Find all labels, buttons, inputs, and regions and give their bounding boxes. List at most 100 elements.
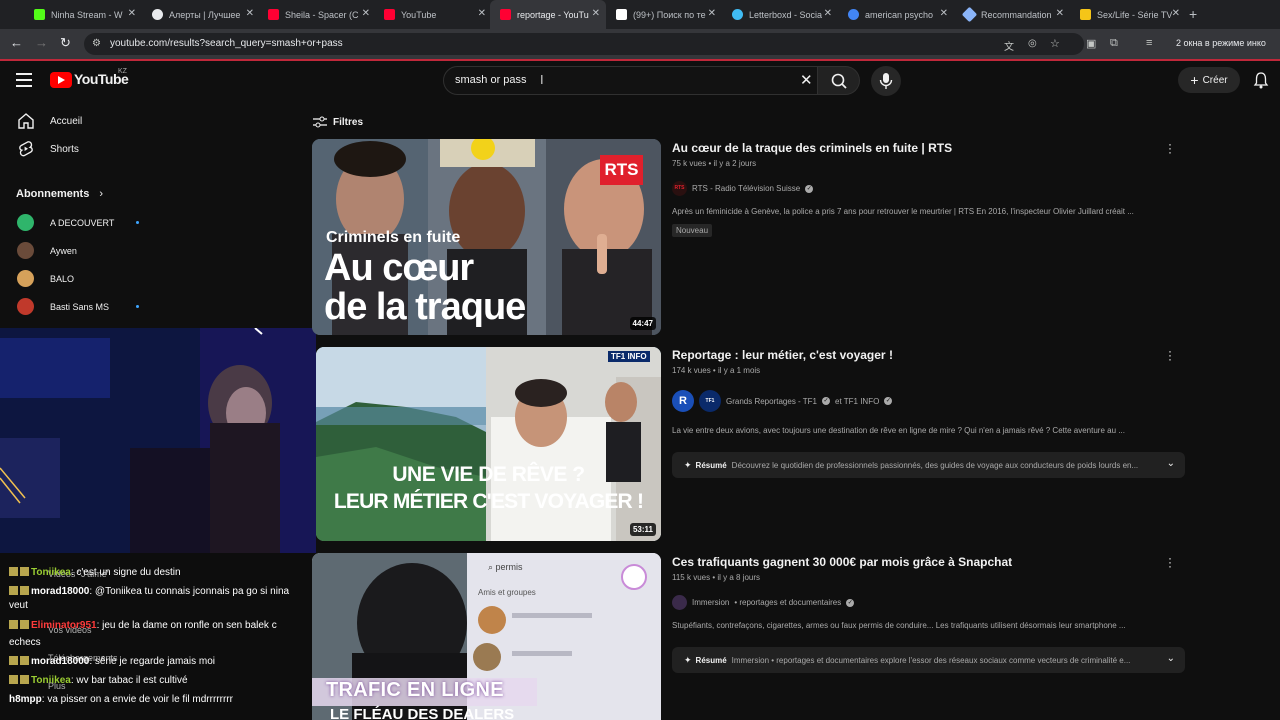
close-icon[interactable]: ✕ — [592, 8, 600, 19]
channel-link[interactable]: Immersion • reportages et documentaires … — [672, 595, 855, 610]
eye-off-icon[interactable]: ◎ — [1028, 38, 1037, 49]
browser-tab[interactable]: american psycho ✕ — [838, 0, 954, 29]
avatar — [17, 298, 34, 315]
thumbnail-headline: LE FLÉAU DES DEALERS — [330, 706, 515, 720]
browser-tab[interactable]: (99+) Поиск по те ✕ — [606, 0, 722, 29]
chevron-down-icon[interactable]: ⌄ — [1167, 653, 1175, 664]
close-icon[interactable]: ✕ — [128, 8, 136, 19]
browser-tab[interactable]: Ninha Stream - W ✕ — [24, 0, 142, 29]
puzzle-icon[interactable]: ⧉ — [1110, 37, 1118, 50]
country-code: KZ — [118, 68, 127, 75]
incognito-indicator[interactable]: 2 окна в режиме инко — [1176, 38, 1266, 48]
channel-link[interactable]: R TF1 Grands Reportages - TF1 ✓ et TF1 I… — [672, 390, 893, 412]
kick-favicon-icon — [34, 9, 45, 20]
more-options-icon[interactable]: · · · — [1166, 138, 1174, 158]
reload-icon[interactable]: ↻ — [60, 35, 71, 51]
more-options-icon[interactable]: · · · — [1166, 552, 1174, 572]
close-icon[interactable]: ✕ — [1172, 8, 1180, 19]
streamer-webcam-overlay — [0, 328, 316, 553]
channel-avatar-tf1-info: TF1 — [699, 390, 721, 412]
chevron-down-icon[interactable]: ⌄ — [1167, 458, 1175, 469]
summary-text: Immersion • reportages et documentaires … — [731, 655, 1131, 665]
sub-badge-icon — [9, 656, 18, 665]
menu-icon[interactable] — [16, 73, 32, 87]
filters-button[interactable]: Filtres — [313, 116, 363, 128]
search-button[interactable] — [818, 66, 860, 95]
back-arrow-icon[interactable]: ← — [10, 35, 23, 50]
close-icon[interactable]: ✕ — [824, 8, 832, 19]
video-title[interactable]: Au cœur de la traque des criminels en fu… — [672, 141, 952, 155]
chat-username: morad18000 — [31, 656, 90, 667]
video-duration: 44:47 — [629, 317, 656, 330]
site-settings-icon[interactable]: ⚙ — [92, 38, 101, 49]
plus-icon: + — [1190, 72, 1199, 88]
video-thumbnail[interactable]: ⌕ permis Amis et groupes TRAFIC EN LIGNE… — [312, 553, 661, 720]
browser-tab[interactable]: Sex/Life - Série TV ✕ — [1070, 0, 1186, 29]
sidebar-item-home[interactable]: Accueil — [0, 108, 190, 134]
chat-username: Toniikea — [31, 675, 71, 686]
sparkle-icon: ✦ — [684, 459, 692, 470]
tiktok-favicon-icon — [616, 9, 627, 20]
more-options-icon[interactable]: · · · — [1166, 345, 1174, 365]
create-button[interactable]: + Créer — [1178, 67, 1240, 93]
chat-message: Toniikea: c'est un signe du destin — [9, 567, 181, 578]
clear-search-icon[interactable]: ✕ — [800, 71, 813, 89]
summary-label: Résumé — [695, 655, 727, 665]
video-thumbnail[interactable]: TF1 INFO UNE VIE DE RÊVE ? LEUR MÉTIER C… — [316, 347, 661, 541]
browser-tab[interactable]: Sheila - Spacer (C ✕ — [258, 0, 376, 29]
subscription-name: Aywen — [50, 246, 77, 256]
stream-chat-overlay: Vidéos "J'aime" Vos vidéos Téléchargemen… — [0, 553, 316, 720]
video-thumbnail[interactable]: RTS Criminels en fuite Au cœur de la tra… — [312, 139, 661, 335]
chevron-right-icon: › — [99, 188, 104, 200]
browser-tab[interactable]: Letterboxd - Socia ✕ — [722, 0, 838, 29]
browser-tab-active[interactable]: reportage - YouTu ✕ — [490, 0, 606, 29]
youtube-logo-icon[interactable] — [50, 72, 72, 88]
sub-badge-icon — [9, 675, 18, 684]
close-icon[interactable]: ✕ — [246, 8, 254, 19]
sub-badge-icon — [9, 567, 18, 576]
video-title[interactable]: Ces trafiquants gagnent 30 000€ par mois… — [672, 555, 1012, 569]
chat-message: morad18000: série je regarde jamais moi — [9, 656, 215, 667]
extension-icon[interactable]: ▣ — [1086, 37, 1096, 50]
chat-username: h8mpp — [9, 694, 42, 705]
create-label: Créer — [1202, 74, 1228, 86]
video-duration: 53:11 — [629, 523, 656, 536]
google-favicon-icon — [848, 9, 859, 20]
close-icon[interactable]: ✕ — [708, 8, 716, 19]
ai-summary-panel[interactable]: ✦ Résumé Découvrez le quotidien de profe… — [672, 452, 1185, 478]
chat-text: echecs — [9, 637, 41, 648]
close-icon[interactable]: ✕ — [478, 8, 486, 19]
voice-search-button[interactable] — [871, 66, 901, 96]
notifications-bell-icon[interactable] — [1253, 71, 1269, 89]
forward-arrow-icon[interactable]: → — [35, 35, 48, 50]
new-tab-button[interactable]: + — [1189, 6, 1197, 22]
subscriptions-heading[interactable]: Abonnements › — [16, 188, 103, 200]
sub-badge-icon — [20, 586, 29, 595]
reading-list-icon[interactable]: ≡ — [1146, 37, 1152, 49]
sidebar-item-shorts[interactable]: Shorts — [0, 136, 190, 162]
close-icon[interactable]: ✕ — [940, 8, 948, 19]
browser-tab[interactable]: Алерты | Лучшее ✕ — [142, 0, 260, 29]
avatar — [17, 214, 34, 231]
video-title[interactable]: Reportage : leur métier, c'est voyager ! — [672, 348, 893, 362]
chat-text: veut — [9, 600, 28, 611]
chat-message-continuation: veut — [9, 600, 28, 611]
thumbnail-headline: Au cœur — [324, 247, 474, 289]
address-bar[interactable]: ⚙ youtube.com/results?search_query=smash… — [84, 33, 1084, 55]
search-input[interactable]: smash or pass I ✕ — [443, 66, 818, 95]
close-icon[interactable]: ✕ — [362, 8, 370, 19]
channel-link[interactable]: RTS RTS - Radio Télévision Suisse ✓ — [672, 181, 814, 196]
video-description: Stupéfiants, contrefaçons, cigarettes, a… — [672, 621, 1126, 630]
sub-badge-icon — [20, 567, 29, 576]
browser-tab[interactable]: YouTube ✕ — [374, 0, 492, 29]
bookmark-star-icon[interactable]: ☆ — [1050, 37, 1060, 50]
chat-username: Toniikea — [31, 567, 71, 578]
home-icon — [18, 113, 34, 129]
browser-tab[interactable]: Recommandation ✕ — [954, 0, 1070, 29]
ai-summary-panel[interactable]: ✦ Résumé Immersion • reportages et docum… — [672, 647, 1185, 673]
youtube-favicon-icon — [384, 9, 395, 20]
webcam-scene — [0, 328, 316, 553]
translate-icon[interactable]: 文 — [1004, 38, 1014, 53]
alert-favicon-icon — [152, 9, 163, 20]
close-icon[interactable]: ✕ — [1056, 8, 1064, 19]
